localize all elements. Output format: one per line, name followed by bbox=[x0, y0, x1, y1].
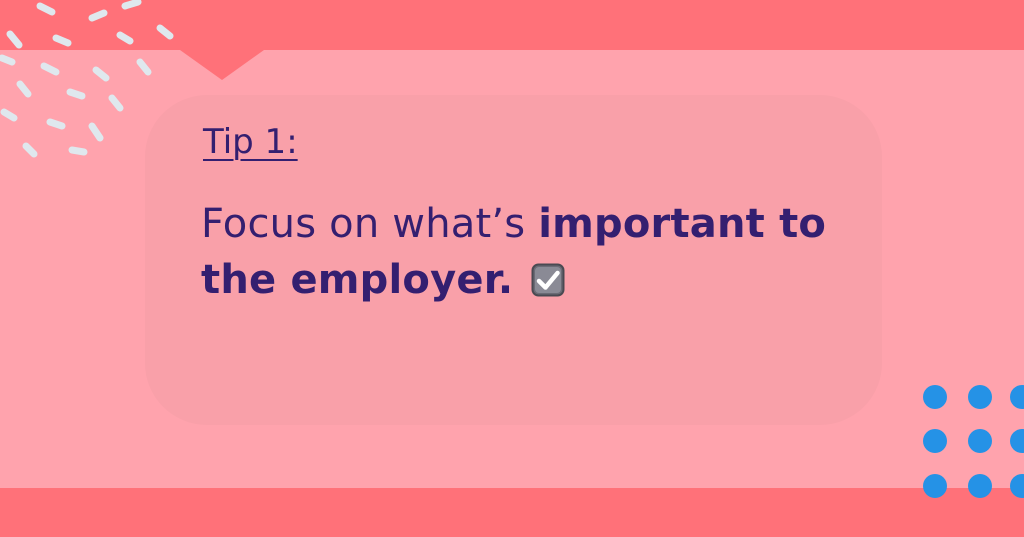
dot-mark bbox=[1010, 474, 1024, 498]
dot-mark bbox=[1010, 385, 1024, 409]
dot-mark bbox=[923, 429, 947, 453]
dot-mark bbox=[923, 385, 947, 409]
tip-banner: Tip 1: Focus on what’s important to the … bbox=[0, 0, 1024, 537]
dot-mark bbox=[923, 474, 947, 498]
dot-mark bbox=[968, 385, 992, 409]
dot-mark bbox=[1010, 429, 1024, 453]
dot-mark bbox=[968, 474, 992, 498]
dot-grid-decoration bbox=[923, 385, 1024, 498]
dot-mark bbox=[968, 429, 992, 453]
